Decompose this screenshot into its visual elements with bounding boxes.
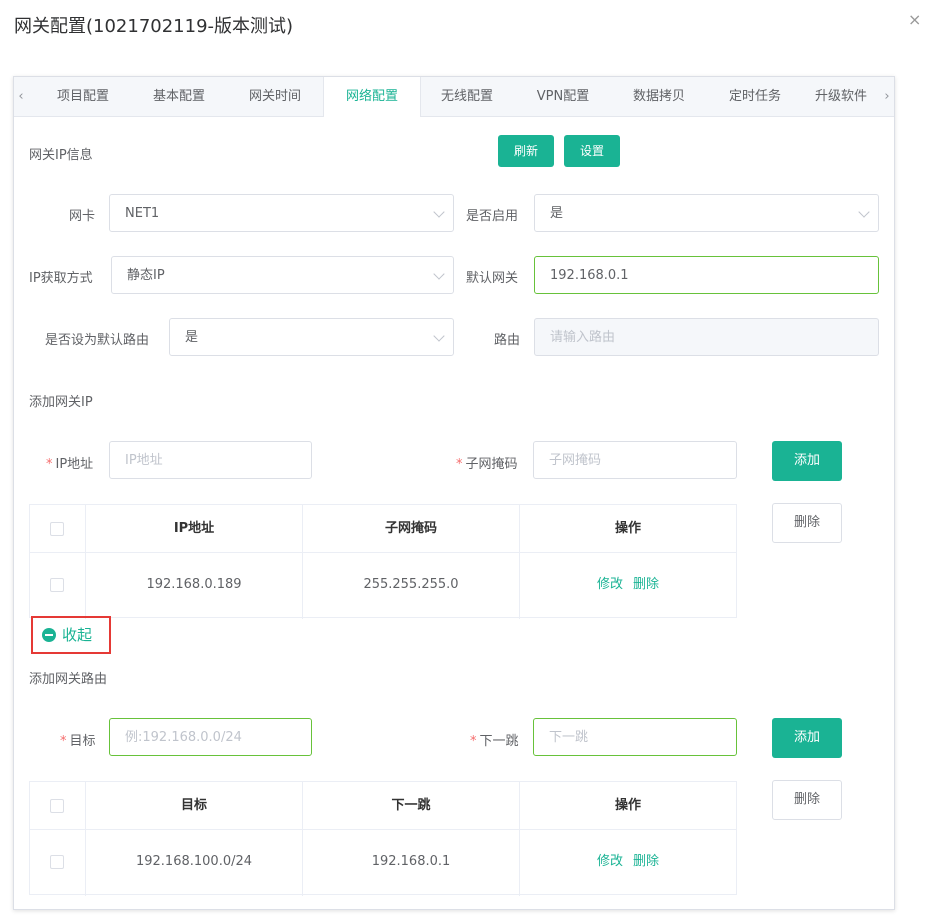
tab-next-icon[interactable]: ›	[880, 77, 894, 116]
dialog-title: 网关配置(1021702119-版本测试)	[14, 16, 294, 37]
next-hop-placeholder: 下一跳	[549, 730, 589, 745]
chevron-down-icon	[433, 330, 445, 342]
ip-address-placeholder: IP地址	[125, 453, 163, 468]
delete-link[interactable]: 删除	[633, 577, 659, 592]
refresh-button[interactable]: 刷新	[498, 135, 554, 167]
table-cell-ip: 192.168.0.189	[146, 577, 242, 592]
gateway-label: 默认网关	[466, 271, 519, 286]
ip-address-input[interactable]: IP地址	[109, 441, 312, 479]
collapse-button[interactable]: 收起	[31, 616, 111, 654]
ip-mode-label: IP获取方式	[29, 271, 93, 286]
edit-link[interactable]: 修改	[597, 854, 623, 869]
add-route-button[interactable]: 添加	[772, 718, 842, 758]
enabled-value: 是	[550, 206, 564, 221]
set-button[interactable]: 设置	[564, 135, 620, 167]
table-cell-next-hop: 192.168.0.1	[371, 854, 451, 869]
config-panel: ‹ 项目配置 基本配置 网关时间 网络配置 无线配置 VPN配置 数据拷贝 定时…	[13, 76, 895, 910]
table-cell-target: 192.168.100.0/24	[135, 854, 253, 869]
table-cell-actions: 修改 删除	[520, 553, 736, 617]
edit-link[interactable]: 修改	[597, 577, 623, 592]
gateway-input[interactable]: 192.168.0.1	[534, 256, 879, 294]
nic-select[interactable]: NET1	[109, 194, 454, 232]
tab-upgrade-software[interactable]: 升级软件	[803, 77, 879, 116]
delete-link[interactable]: 删除	[633, 854, 659, 869]
route-label: 路由	[494, 333, 521, 348]
subnet-mask-input[interactable]: 子网掩码	[533, 441, 737, 479]
ip-mode-value: 静态IP	[127, 268, 165, 283]
tab-bar: ‹ 项目配置 基本配置 网关时间 网络配置 无线配置 VPN配置 数据拷贝 定时…	[14, 77, 894, 117]
chevron-down-icon	[433, 268, 445, 280]
table-cell-actions: 修改 删除	[520, 830, 736, 894]
target-input[interactable]: 例:192.168.0.0/24	[109, 718, 312, 756]
route-placeholder: 请输入路由	[550, 330, 616, 345]
tab-network-config[interactable]: 网络配置	[323, 77, 421, 117]
tab-vpn-config[interactable]: VPN配置	[515, 77, 611, 116]
nic-value: NET1	[125, 206, 160, 221]
tab-project-config[interactable]: 项目配置	[35, 77, 131, 116]
tab-wireless-config[interactable]: 无线配置	[419, 77, 515, 116]
ip-info-section-title: 网关IP信息	[29, 148, 93, 163]
subnet-mask-placeholder: 子网掩码	[549, 453, 602, 468]
nic-label: 网卡	[69, 209, 96, 224]
enabled-label: 是否启用	[466, 209, 519, 224]
tab-data-copy[interactable]: 数据拷贝	[611, 77, 707, 116]
select-all-checkbox[interactable]	[50, 799, 64, 813]
delete-route-button[interactable]: 删除	[772, 780, 842, 820]
add-route-section-title: 添加网关路由	[29, 672, 108, 687]
row-checkbox[interactable]	[50, 578, 64, 592]
table-cell-mask: 255.255.255.0	[363, 577, 459, 592]
subnet-mask-label: * 子网掩码	[456, 457, 518, 472]
delete-ip-button[interactable]: 删除	[772, 503, 842, 543]
default-route-value: 是	[185, 330, 199, 345]
ip-mode-select[interactable]: 静态IP	[111, 256, 454, 294]
column-header: 子网掩码	[384, 521, 437, 536]
row-checkbox[interactable]	[50, 855, 64, 869]
chevron-down-icon	[433, 206, 445, 218]
column-header: 操作	[614, 521, 641, 536]
route-input[interactable]: 请输入路由	[534, 318, 879, 356]
close-icon[interactable]: ×	[908, 10, 921, 29]
target-label: * 目标	[60, 734, 96, 749]
default-route-select[interactable]: 是	[169, 318, 454, 356]
tab-basic-config[interactable]: 基本配置	[131, 77, 227, 116]
collapse-label: 收起	[62, 626, 93, 644]
tab-scheduled-tasks[interactable]: 定时任务	[707, 77, 803, 116]
select-all-checkbox[interactable]	[50, 522, 64, 536]
route-table: 目标 下一跳 操作 192.168.100.0/24 192.168.0.1 修…	[29, 781, 737, 896]
chevron-down-icon	[858, 206, 870, 218]
default-route-label: 是否设为默认路由	[45, 333, 150, 348]
column-header: IP地址	[173, 521, 215, 536]
minus-circle-icon	[42, 628, 56, 642]
target-placeholder: 例:192.168.0.0/24	[125, 730, 242, 745]
column-header: 下一跳	[391, 798, 431, 813]
next-hop-input[interactable]: 下一跳	[533, 718, 737, 756]
column-header: 操作	[614, 798, 641, 813]
next-hop-label: * 下一跳	[470, 734, 519, 749]
tab-prev-icon[interactable]: ‹	[14, 77, 28, 116]
ip-table: IP地址 子网掩码 操作 192.168.0.189 255.255.255.0…	[29, 504, 737, 619]
add-ip-section-title: 添加网关IP	[29, 395, 93, 410]
tab-gateway-time[interactable]: 网关时间	[227, 77, 323, 116]
enabled-select[interactable]: 是	[534, 194, 879, 232]
add-ip-button[interactable]: 添加	[772, 441, 842, 481]
ip-address-label: * IP地址	[46, 457, 94, 472]
column-header: 目标	[180, 798, 207, 813]
gateway-value: 192.168.0.1	[550, 268, 629, 283]
